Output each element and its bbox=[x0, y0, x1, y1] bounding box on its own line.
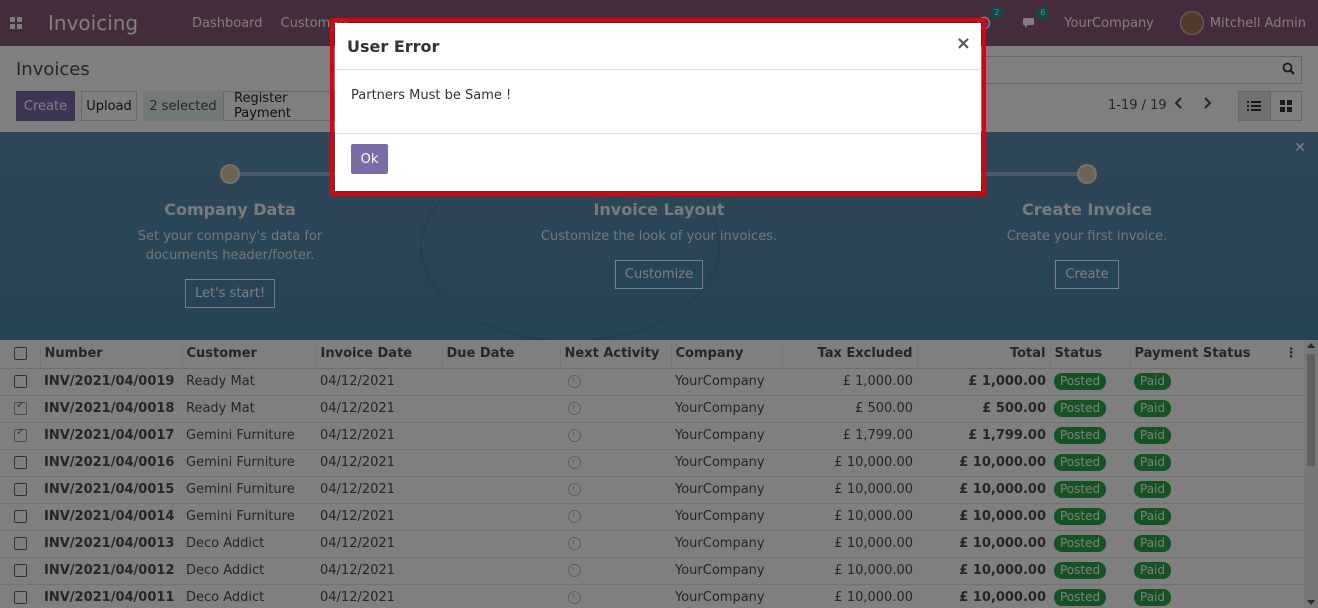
close-icon[interactable]: × bbox=[956, 33, 971, 54]
dialog-header: User Error × bbox=[335, 23, 981, 70]
ok-button[interactable]: Ok bbox=[351, 144, 388, 174]
user-error-dialog: User Error × Partners Must be Same ! Ok bbox=[335, 23, 981, 191]
dialog-message: Partners Must be Same ! bbox=[335, 70, 981, 134]
dialog-title: User Error bbox=[347, 36, 440, 56]
dialog-footer: Ok bbox=[335, 134, 981, 184]
